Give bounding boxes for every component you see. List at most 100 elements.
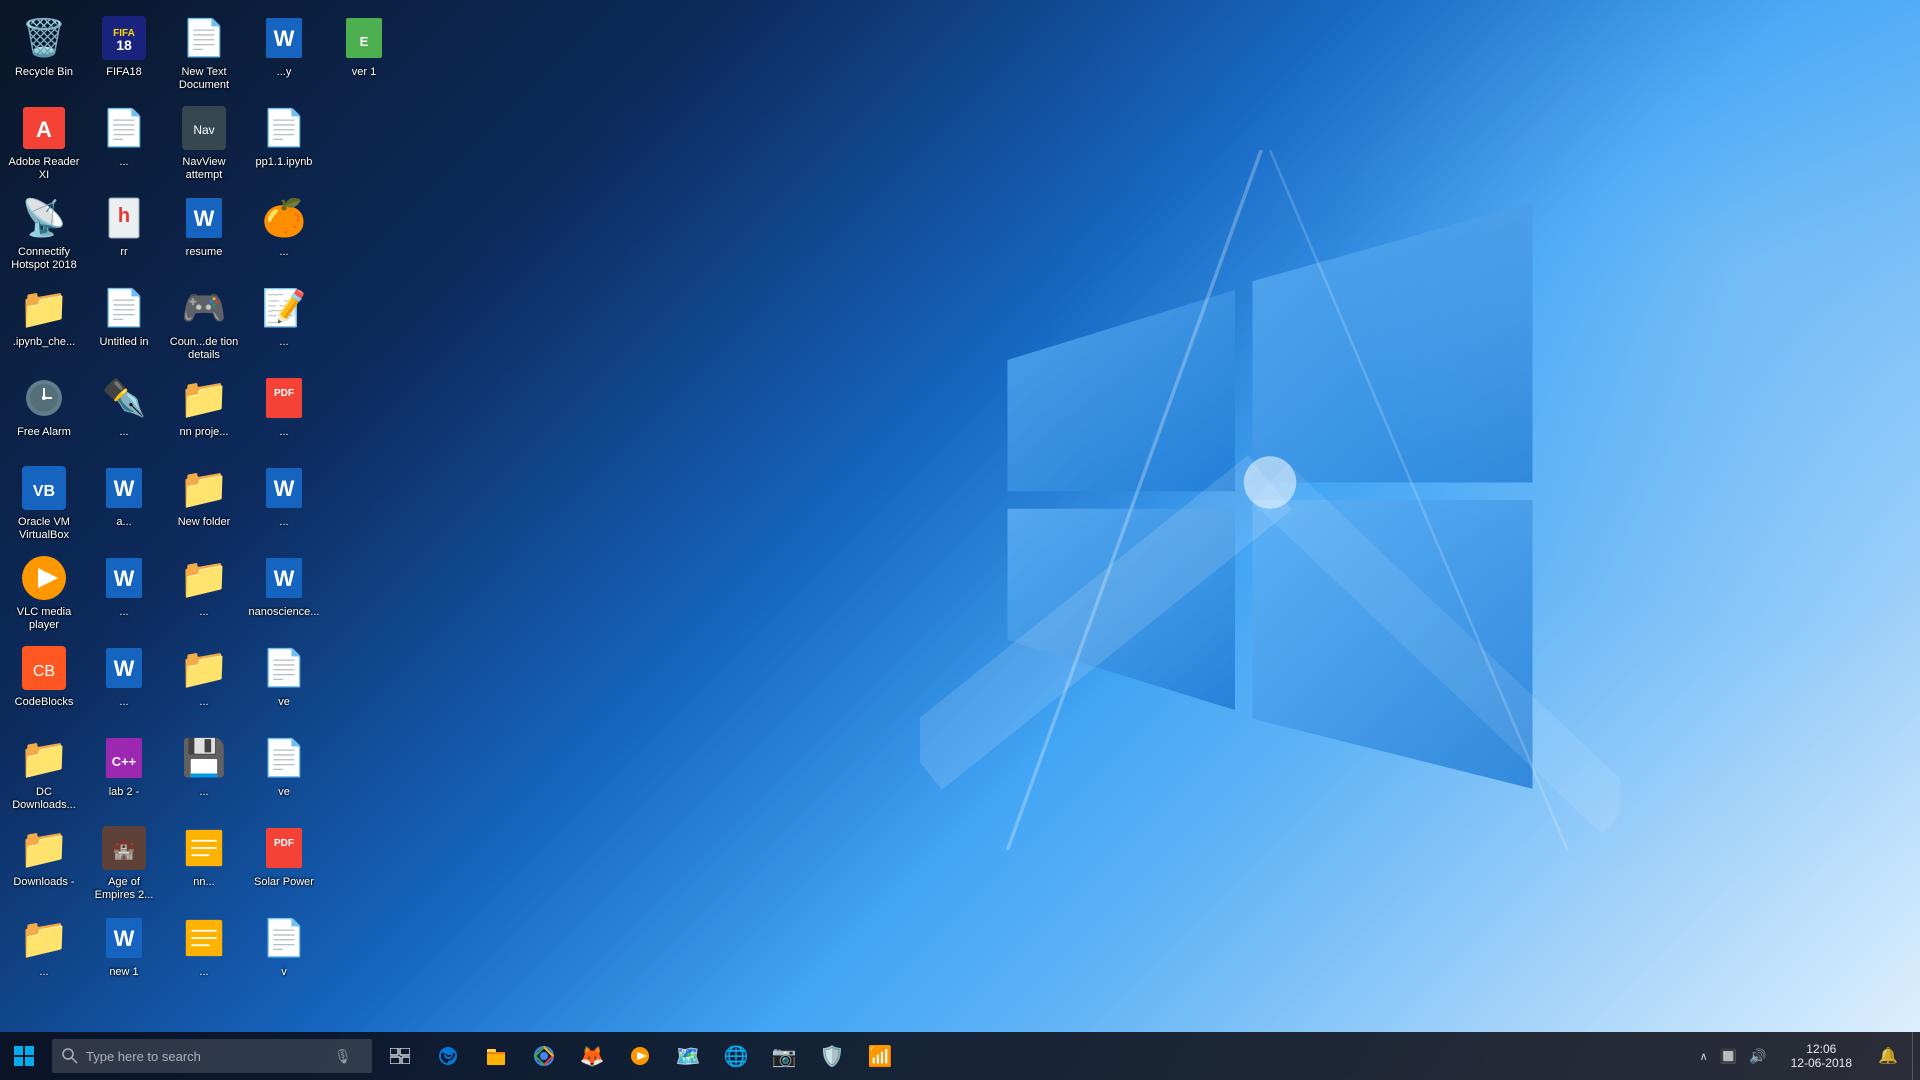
desktop-icon-text1[interactable]: 📄 ... bbox=[84, 98, 164, 188]
desktop-icon-notes1[interactable]: nn... bbox=[164, 818, 244, 908]
svg-text:W: W bbox=[194, 206, 215, 231]
adobe-label: Adobe Reader XI bbox=[8, 156, 80, 182]
taskbar-maps[interactable]: 🗺️ bbox=[664, 1032, 712, 1080]
taskbar-photos[interactable]: 📷 bbox=[760, 1032, 808, 1080]
desktop-icon-dc-downloads[interactable]: 📁 DC Downloads... bbox=[4, 728, 84, 818]
desktop-icon-adobe[interactable]: A Adobe Reader XI bbox=[4, 98, 84, 188]
tray-network[interactable]: 🔲 bbox=[1716, 1046, 1741, 1067]
taskbar-file-explorer[interactable] bbox=[472, 1032, 520, 1080]
desktop-icons-container: 🗑️ Recycle Bin A Adobe Reader XI 📡 Conne… bbox=[0, 0, 650, 1032]
desktop-icon-resume[interactable]: W resume bbox=[164, 188, 244, 278]
desktop-icon-folder3[interactable]: 📁 ... bbox=[164, 548, 244, 638]
ve3-label: v bbox=[281, 966, 287, 979]
system-tray: ∧ 🔲 🔊 bbox=[1688, 1032, 1779, 1080]
untitled-icon: 📄 bbox=[100, 284, 148, 332]
taskbar-edge[interactable] bbox=[424, 1032, 472, 1080]
desktop-icon-word4[interactable]: W ...y bbox=[244, 8, 324, 98]
svg-text:🏰: 🏰 bbox=[113, 840, 135, 860]
desktop-icon-codeblocks[interactable]: CB CodeBlocks bbox=[4, 638, 84, 728]
desktop-icon-nanoscience[interactable]: W nanoscience... bbox=[244, 548, 324, 638]
desktop-icon-fruit[interactable]: 🍊 ... bbox=[244, 188, 324, 278]
aoe-label: Age of Empires 2... bbox=[88, 876, 160, 902]
desktop-icon-counter[interactable]: 🎮 Coun...de tion details bbox=[164, 278, 244, 368]
taskbar-internet[interactable]: 🌐 bbox=[712, 1032, 760, 1080]
taskbar-firefox[interactable]: 🦊 bbox=[568, 1032, 616, 1080]
desktop-icon-word1[interactable]: W a... bbox=[84, 458, 164, 548]
desktop-icon-fifa18[interactable]: FIFA18 FIFA18 bbox=[84, 8, 164, 98]
notification-button[interactable]: 🔔 bbox=[1864, 1032, 1912, 1080]
desktop-icon-ve2[interactable]: 📄 ve bbox=[244, 728, 324, 818]
desktop-icon-folder2[interactable]: 📁 nn proje... bbox=[164, 368, 244, 458]
word3-icon: W bbox=[100, 644, 148, 692]
desktop-icon-ipynb[interactable]: 📁 .ipynb_che... bbox=[4, 278, 84, 368]
resume-icon: W bbox=[180, 194, 228, 242]
desktop-icon-recycle-bin[interactable]: 🗑️ Recycle Bin bbox=[4, 8, 84, 98]
desktop-icon-quill[interactable]: ✒️ ... bbox=[84, 368, 164, 458]
desktop-icon-connectify[interactable]: 📡 Connectify Hotspot 2018 bbox=[4, 188, 84, 278]
solar-power-label: Solar Power bbox=[254, 876, 314, 889]
ve3-icon: 📄 bbox=[260, 914, 308, 962]
desktop-icon-ve1[interactable]: 📄 ve bbox=[244, 638, 324, 728]
desktop-icon-new1[interactable]: W new 1 bbox=[84, 908, 164, 998]
desktop-icon-free-alarm[interactable]: Free Alarm bbox=[4, 368, 84, 458]
doc-scribble-icon: 📝 bbox=[260, 284, 308, 332]
taskbar-search-bar[interactable]: 🎙 bbox=[52, 1039, 372, 1073]
desktop-icon-vlc[interactable]: VLC media player bbox=[4, 548, 84, 638]
desktop-icon-virtualbox[interactable]: VB Oracle VM VirtualBox bbox=[4, 458, 84, 548]
desktop-icon-notes2[interactable]: ... bbox=[164, 908, 244, 998]
desktop-icon-untitled[interactable]: 📄 Untitled in bbox=[84, 278, 164, 368]
svg-text:W: W bbox=[274, 476, 295, 501]
folder1-label: ... bbox=[39, 966, 48, 979]
desktop-icon-downloads[interactable]: 📁 Downloads - bbox=[4, 818, 84, 908]
show-desktop-button[interactable] bbox=[1912, 1032, 1920, 1080]
tray-expand[interactable]: ∧ bbox=[1696, 1048, 1712, 1065]
desktop-icon-word2[interactable]: W ... bbox=[84, 548, 164, 638]
desktop-icon-rr[interactable]: h rr bbox=[84, 188, 164, 278]
desktop-icon-disk[interactable]: 💾 ... bbox=[164, 728, 244, 818]
svg-text:VB: VB bbox=[33, 483, 55, 500]
svg-text:W: W bbox=[274, 26, 295, 51]
folder3-label: ... bbox=[199, 606, 208, 619]
svg-text:PDF: PDF bbox=[274, 838, 294, 849]
start-button[interactable] bbox=[0, 1032, 48, 1080]
desktop-icon-navview[interactable]: Nav NavView attempt bbox=[164, 98, 244, 188]
navview-label: NavView attempt bbox=[168, 156, 240, 182]
desktop-icon-pp1[interactable]: 📄 pp1.1.ipynb bbox=[244, 98, 324, 188]
taskbar-vlc[interactable] bbox=[616, 1032, 664, 1080]
ver1-label: ver 1 bbox=[352, 66, 376, 79]
desktop-icon-new-text-doc[interactable]: 📄 New Text Document bbox=[164, 8, 244, 98]
downloads-icon: 📁 bbox=[20, 824, 68, 872]
desktop-icon-word5[interactable]: W ... bbox=[244, 458, 324, 548]
nanoscience-label: nanoscience... bbox=[249, 606, 320, 619]
desktop-icon-folder1[interactable]: 📁 ... bbox=[4, 908, 84, 998]
task-view-button[interactable] bbox=[376, 1032, 424, 1080]
windows-logo bbox=[920, 150, 1620, 850]
desktop-icon-solar-power[interactable]: PDF Solar Power bbox=[244, 818, 324, 908]
desktop-icon-doc-scribble[interactable]: 📝 ... bbox=[244, 278, 324, 368]
tray-volume[interactable]: 🔊 bbox=[1745, 1046, 1770, 1067]
desktop-icon-folder4[interactable]: 📁 ... bbox=[164, 638, 244, 728]
notes2-label: ... bbox=[199, 966, 208, 979]
folder4-icon: 📁 bbox=[180, 644, 228, 692]
svg-text:W: W bbox=[114, 656, 135, 681]
desktop-icon-ve3[interactable]: 📄 v bbox=[244, 908, 324, 998]
folder1-icon: 📁 bbox=[20, 914, 68, 962]
taskbar-clock[interactable]: 12:06 12-06-2018 bbox=[1779, 1032, 1864, 1080]
clock-date: 12-06-2018 bbox=[1791, 1056, 1852, 1070]
taskbar-chrome[interactable] bbox=[520, 1032, 568, 1080]
desktop-icon-ver1[interactable]: E ver 1 bbox=[324, 8, 404, 98]
desktop-icon-new-folder[interactable]: 📁 New folder bbox=[164, 458, 244, 548]
pdf-scribble-label: ... bbox=[279, 426, 288, 439]
desktop-icon-pdf-scribble[interactable]: PDF ... bbox=[244, 368, 324, 458]
cpp-label: lab 2 - bbox=[109, 786, 140, 799]
taskbar-wifi-app[interactable]: 📶 bbox=[856, 1032, 904, 1080]
taskbar-security[interactable]: 🛡️ bbox=[808, 1032, 856, 1080]
doc-scribble-label: ... bbox=[279, 336, 288, 349]
svg-text:18: 18 bbox=[116, 37, 132, 53]
desktop-icon-cpp[interactable]: C++ lab 2 - bbox=[84, 728, 164, 818]
search-input[interactable] bbox=[86, 1049, 326, 1064]
dc-downloads-label: DC Downloads... bbox=[8, 786, 80, 812]
svg-text:Nav: Nav bbox=[193, 123, 214, 137]
desktop-icon-word3[interactable]: W ... bbox=[84, 638, 164, 728]
desktop-icon-aoe[interactable]: 🏰 Age of Empires 2... bbox=[84, 818, 164, 908]
